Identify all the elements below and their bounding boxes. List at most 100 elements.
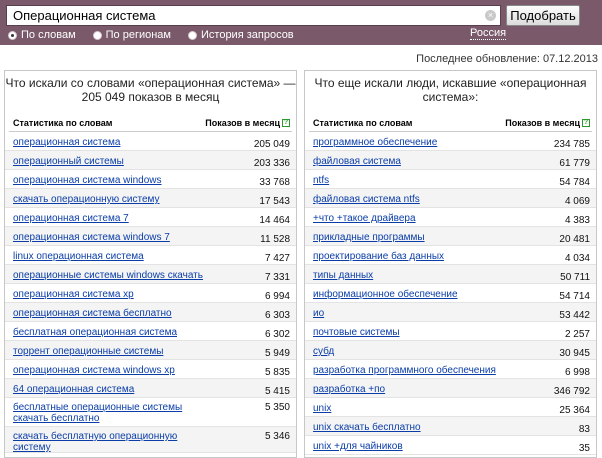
- radio-icon[interactable]: [8, 30, 17, 40]
- impressions-count: 4 034: [564, 253, 590, 264]
- impressions-count: 53 442: [559, 310, 590, 321]
- keyword-link[interactable]: операционная система xp: [13, 289, 213, 300]
- right-table-body: программное обеспечение 234 785 файловая с…: [305, 132, 596, 455]
- keyword-link[interactable]: бесплатные операционные системы скачать …: [13, 402, 213, 424]
- keyword-link[interactable]: +что +такое драйвера: [313, 213, 513, 224]
- impressions-count: 11 528: [260, 234, 290, 245]
- table-row: скачать операционную систему 17 543: [5, 189, 296, 208]
- keyword-link[interactable]: разработка программного обеспечения: [313, 365, 513, 376]
- keyword-link[interactable]: 64 операционная система: [13, 384, 213, 395]
- keyword-link[interactable]: unix +для чайников: [313, 441, 513, 452]
- impressions-count: 5 346: [264, 431, 290, 442]
- keyword-link[interactable]: субд: [313, 346, 513, 357]
- impressions-count: 4 069: [564, 196, 590, 207]
- keyword-link[interactable]: торрент операционные системы: [13, 346, 213, 357]
- keyword-link[interactable]: операционная система windows 7: [13, 232, 213, 243]
- impressions-count: 5 835: [264, 367, 290, 378]
- column-count-label: Показов в месяц: [205, 118, 280, 128]
- table-row: разработка программного обеспечения 6 998: [305, 360, 596, 379]
- table-row: скачать бесплатную операционную систему 5…: [5, 427, 296, 453]
- column-phrase-header: Статистика по словам: [313, 118, 413, 128]
- keyword-link[interactable]: операционная система: [13, 137, 213, 148]
- table-row: операционная система xp 6 994: [5, 284, 296, 303]
- help-icon[interactable]: ?: [282, 119, 290, 127]
- column-count-header: Показов в месяц?: [505, 118, 590, 128]
- right-panel: Что еще искали люди, искавшие «операцион…: [304, 70, 597, 458]
- table-row: unix скачать бесплатно 83: [305, 417, 596, 436]
- clear-icon[interactable]: ×: [485, 10, 496, 21]
- keyword-link[interactable]: linux операционная система: [13, 251, 213, 262]
- right-panel-title: Что еще искали люди, искавшие «операцион…: [314, 76, 587, 104]
- table-row: операционная система windows xp 5 835: [5, 360, 296, 379]
- table-row: файловая система 61 779: [305, 151, 596, 170]
- keyword-link[interactable]: операционные системы windows скачать: [13, 270, 213, 281]
- search-input[interactable]: [7, 6, 477, 25]
- mode-label: История запросов: [201, 29, 294, 41]
- keyword-link[interactable]: скачать бесплатную операционную систему: [13, 431, 213, 453]
- left-table-header: Статистика по словам Показов в месяц?: [5, 115, 296, 131]
- keyword-link[interactable]: операционная система 7: [13, 213, 213, 224]
- table-row: операционная система 205 049: [5, 132, 296, 151]
- keyword-link[interactable]: файловая система ntfs: [313, 194, 513, 205]
- keyword-link[interactable]: операционная система windows: [13, 175, 213, 186]
- impressions-count: 61 779: [559, 158, 590, 169]
- keyword-link[interactable]: почтовые системы: [313, 327, 513, 338]
- keyword-link[interactable]: скачать операционную систему: [13, 194, 213, 205]
- column-count-label: Показов в месяц: [505, 118, 580, 128]
- impressions-count: 14 464: [259, 215, 290, 226]
- table-row: +что +такое драйвера 4 383: [305, 208, 596, 227]
- help-icon[interactable]: ?: [582, 119, 590, 127]
- table-row: 64 операционная система 5 415: [5, 379, 296, 398]
- impressions-count: 25 364: [559, 405, 590, 416]
- column-phrase-header: Статистика по словам: [13, 118, 113, 128]
- radio-icon[interactable]: [92, 30, 102, 40]
- keyword-link[interactable]: unix: [313, 403, 513, 414]
- left-panel-title: Что искали со словами «операционная сист…: [5, 76, 296, 104]
- keyword-link[interactable]: операционная система бесплатно: [13, 308, 213, 319]
- search-button[interactable]: Подобрать: [506, 5, 580, 26]
- table-row: субд 30 945: [305, 341, 596, 360]
- impressions-count: 5 350: [264, 402, 290, 413]
- last-updated: Последнее обновление: 07.12.2013: [416, 53, 598, 65]
- keyword-link[interactable]: типы данных: [313, 270, 513, 281]
- mode-by-regions[interactable]: По регионам: [92, 28, 171, 42]
- keyword-link[interactable]: ntfs: [313, 175, 513, 186]
- keyword-link[interactable]: проектирование баз данных: [313, 251, 513, 262]
- keyword-link[interactable]: бесплатная операционная система: [13, 327, 213, 338]
- keyword-link[interactable]: прикладные программы: [313, 232, 513, 243]
- mode-label: По регионам: [105, 29, 171, 41]
- impressions-count: 7 331: [264, 272, 290, 283]
- left-panel: Что искали со словами «операционная сист…: [4, 70, 297, 458]
- radio-icon[interactable]: [188, 30, 197, 40]
- table-row: ntfs 54 784: [305, 170, 596, 189]
- keyword-link[interactable]: разработка +по: [313, 384, 513, 395]
- table-row: операционная система windows 33 768: [5, 170, 296, 189]
- table-row: торрент операционные системы 5 949: [5, 341, 296, 360]
- mode-by-words[interactable]: По словам: [8, 28, 76, 42]
- table-row: бесплатные операционные системы скачать …: [5, 398, 296, 427]
- region-link[interactable]: Россия: [470, 27, 507, 40]
- table-row: операционный системы 203 336: [5, 151, 296, 170]
- impressions-count: 35: [578, 443, 590, 454]
- keyword-link[interactable]: операционный системы: [13, 156, 213, 167]
- table-row: файловая система ntfs 4 069: [305, 189, 596, 208]
- table-row: операционная система бесплатно 6 303: [5, 303, 296, 322]
- keyword-link[interactable]: программное обеспечение: [313, 137, 513, 148]
- mode-label: По словам: [21, 29, 76, 41]
- impressions-count: 6 994: [264, 291, 290, 302]
- keyword-link[interactable]: операционная система windows xp: [13, 365, 213, 376]
- table-row: linux операционная система 7 427: [5, 246, 296, 265]
- search-bar: × Подобрать По словам По регионам Истори…: [0, 0, 602, 45]
- keyword-link[interactable]: файловая система: [313, 156, 513, 167]
- left-table-body: операционная система 205 049 операционный …: [5, 132, 296, 453]
- keyword-link[interactable]: unix скачать бесплатно: [313, 422, 513, 433]
- impressions-count: 6 302: [264, 329, 290, 340]
- keyword-link[interactable]: ио: [313, 308, 513, 319]
- impressions-count: 54 784: [559, 177, 590, 188]
- mode-query-history[interactable]: История запросов: [188, 28, 294, 42]
- search-box: ×: [6, 5, 501, 26]
- table-row: почтовые системы 2 257: [305, 322, 596, 341]
- keyword-link[interactable]: информационное обеспечение: [313, 289, 513, 300]
- impressions-count: 50 711: [560, 272, 590, 283]
- table-row: бесплатная операционная система 6 302: [5, 322, 296, 341]
